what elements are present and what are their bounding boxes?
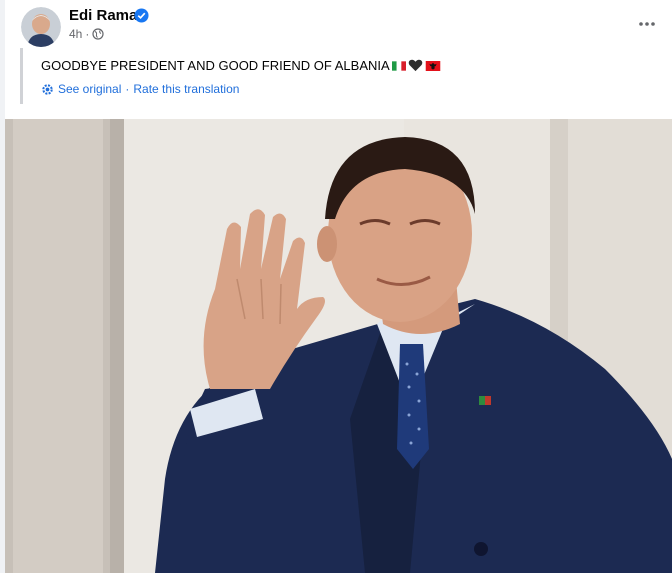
see-original-link[interactable]: See original <box>58 82 121 96</box>
post-text-content: GOODBYE PRESIDENT AND GOOD FRIEND OF ALB… <box>41 58 390 73</box>
more-options-icon[interactable] <box>632 12 662 36</box>
post-meta: 4h · <box>69 27 104 41</box>
post-photo[interactable] <box>5 119 672 573</box>
rate-translation-link[interactable]: Rate this translation <box>133 82 239 96</box>
verified-badge-icon <box>134 8 149 23</box>
gear-translate-icon <box>42 83 53 95</box>
translation-row: See original · Rate this translation <box>41 82 239 96</box>
author-avatar[interactable] <box>21 7 61 47</box>
post-card: Edi Rama 4h · GOODBYE PRESIDENT AND GOOD… <box>5 0 672 573</box>
albania-flag-icon <box>425 60 440 71</box>
translation-separator: · <box>125 82 130 96</box>
globe-icon[interactable] <box>92 28 104 40</box>
post-text: GOODBYE PRESIDENT AND GOOD FRIEND OF ALB… <box>41 58 441 73</box>
italy-flag-icon <box>391 60 406 71</box>
photo-illustration <box>5 119 672 573</box>
translation-quote-bar <box>20 48 23 104</box>
author-name[interactable]: Edi Rama <box>69 7 137 24</box>
meta-separator: · <box>85 27 90 41</box>
post-time[interactable]: 4h <box>69 27 82 41</box>
black-heart-icon <box>408 59 422 72</box>
post-header: Edi Rama 4h · <box>5 0 672 50</box>
